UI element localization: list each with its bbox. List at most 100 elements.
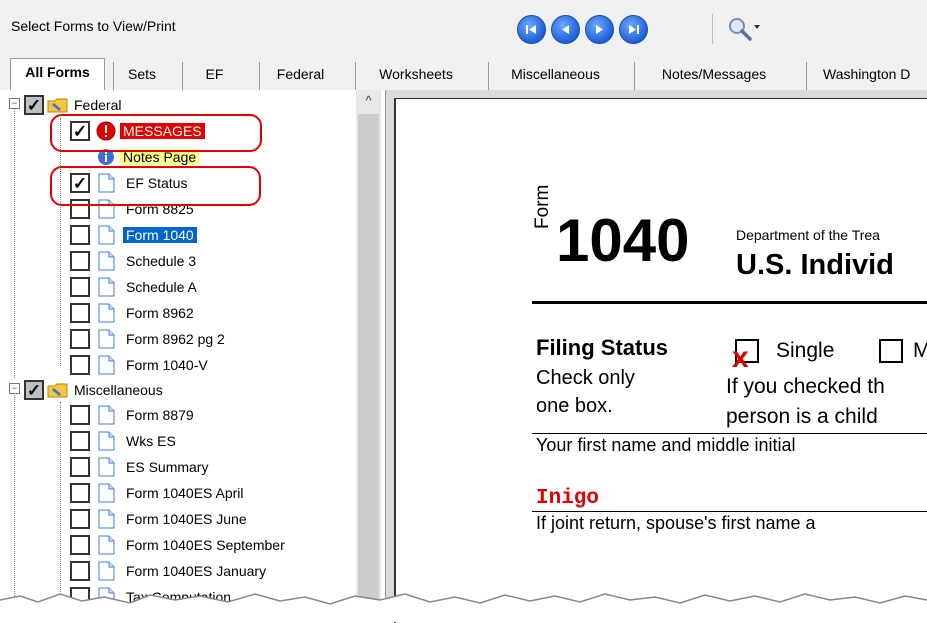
tab-ef[interactable]: EF [182, 62, 246, 90]
tab-sets[interactable]: Sets [113, 62, 170, 90]
next-form-button[interactable] [585, 15, 614, 44]
married-checkbox[interactable] [879, 339, 903, 363]
tree-label: ES Summary [126, 459, 209, 475]
document-icon [98, 457, 115, 477]
previous-form-button[interactable] [551, 15, 580, 44]
tree-item-messages[interactable]: ✓ MESSAGES [70, 118, 205, 144]
tree-item-form-1040[interactable]: Form 1040 [70, 222, 197, 248]
document-icon [98, 173, 115, 193]
one-box-text: one box. [536, 395, 613, 417]
checkbox[interactable] [70, 355, 90, 375]
spouse-label: If joint return, spouse's first name a [536, 513, 816, 533]
toolbar-separator [712, 14, 713, 44]
misc-collapse-toggle[interactable]: − [9, 383, 20, 394]
federal-collapse-toggle[interactable]: − [9, 98, 20, 109]
document-icon [98, 303, 115, 323]
form-page: Form 1040 Department of the Trea U.S. In… [394, 98, 927, 623]
checkbox[interactable] [70, 329, 90, 349]
tree-item-form-8962[interactable]: Form 8962 [70, 300, 197, 326]
tree-label: Schedule A [126, 279, 197, 295]
scroll-thumb[interactable] [358, 114, 379, 622]
checkbox[interactable]: ✓ [70, 173, 90, 193]
person-child-text: person is a child [726, 405, 878, 428]
form-rule [532, 433, 927, 434]
folder-icon [47, 98, 68, 113]
tab-federal[interactable]: Federal [259, 62, 341, 90]
tab-worksheets[interactable]: Worksheets [355, 62, 476, 90]
tree-scrollbar[interactable]: ^ [356, 90, 381, 622]
tree-item-schedule-3[interactable]: Schedule 3 [70, 248, 199, 274]
check-only-text: Check only [536, 367, 635, 389]
checkbox[interactable] [70, 535, 90, 555]
checkbox[interactable] [70, 303, 90, 323]
checkbox[interactable] [70, 251, 90, 271]
checkbox[interactable] [70, 225, 90, 245]
last-form-button[interactable] [619, 15, 648, 44]
tree-item-1040es-june[interactable]: Form 1040ES June [70, 506, 250, 532]
first-icon [526, 25, 536, 34]
checkbox[interactable] [70, 483, 90, 503]
toolbar: Select Forms to View/Print [0, 0, 927, 56]
tree-group-federal[interactable]: ✓ Federal [24, 92, 124, 118]
checkbox[interactable]: ✓ [70, 121, 90, 141]
checkbox[interactable] [70, 561, 90, 581]
tab-all-forms[interactable]: All Forms [10, 58, 105, 91]
tree-line [60, 118, 61, 366]
tree-label: Form 1040ES September [126, 537, 285, 553]
checkbox[interactable]: ✓ [24, 380, 44, 400]
tree-label-selected: Form 1040 [123, 227, 197, 243]
checkbox[interactable] [70, 405, 90, 425]
folder-icon [47, 383, 68, 398]
tree-label: MESSAGES [120, 123, 205, 139]
tree-item-form-1040-v[interactable]: Form 1040-V [70, 352, 211, 378]
checkbox[interactable] [70, 509, 90, 529]
checkbox[interactable] [70, 431, 90, 451]
tree-label: Form 1040-V [126, 357, 208, 373]
alert-icon [96, 121, 116, 141]
tree-label: Wks ES [126, 433, 176, 449]
tree-item-form-8879[interactable]: Form 8879 [70, 402, 197, 428]
tree-label: Form 1040ES January [126, 563, 267, 579]
document-icon [98, 431, 115, 451]
tab-washington[interactable]: Washington D [806, 62, 927, 90]
scroll-up-icon[interactable]: ^ [356, 93, 381, 111]
form-word: Form [532, 184, 553, 229]
tree-line [14, 108, 15, 378]
form-number: 1040 [556, 207, 690, 274]
if-checked-text: If you checked th [726, 375, 885, 398]
first-name-value[interactable]: Inigo [536, 487, 599, 510]
torn-edge [0, 593, 927, 622]
tree-label: Form 8825 [126, 201, 194, 217]
single-check-mark: x [732, 341, 749, 374]
tree-item-form-8825[interactable]: Form 8825 [70, 196, 197, 222]
form-heading: U.S. Individ [736, 249, 894, 281]
checkbox[interactable]: ✓ [24, 95, 44, 115]
tree-item-wks-es[interactable]: Wks ES [70, 428, 179, 454]
document-icon [98, 535, 115, 555]
tree-item-schedule-a[interactable]: Schedule A [70, 274, 200, 300]
checkbox[interactable] [70, 199, 90, 219]
document-icon [98, 509, 115, 529]
tree-item-es-summary[interactable]: ES Summary [70, 454, 211, 480]
tree-item-ef-status[interactable]: ✓ EF Status [70, 170, 190, 196]
zoom-dropdown[interactable] [727, 15, 773, 43]
tab-miscellaneous[interactable]: Miscellaneous [488, 62, 622, 90]
checkbox[interactable] [70, 277, 90, 297]
tree-label: Federal [74, 97, 122, 113]
tree-item-notes-page[interactable]: Notes Page [70, 144, 200, 170]
first-form-button[interactable] [517, 15, 546, 44]
tree-item-1040es-september[interactable]: Form 1040ES September [70, 532, 288, 558]
document-icon [98, 225, 115, 245]
tree-item-1040es-april[interactable]: Form 1040ES April [70, 480, 247, 506]
tree-label: Form 1040ES April [126, 485, 244, 501]
document-icon [98, 561, 115, 581]
checkbox[interactable] [70, 457, 90, 477]
document-icon [98, 483, 115, 503]
tree-label: Form 8962 pg 2 [126, 331, 225, 347]
tree-item-1040es-january[interactable]: Form 1040ES January [70, 558, 269, 584]
tree-label: Form 8962 [126, 305, 194, 321]
tree-item-form-8962-pg2[interactable]: Form 8962 pg 2 [70, 326, 228, 352]
tree-group-miscellaneous[interactable]: ✓ Miscellaneous [24, 377, 166, 403]
tab-notes-messages[interactable]: Notes/Messages [634, 62, 793, 90]
document-icon [98, 251, 115, 271]
